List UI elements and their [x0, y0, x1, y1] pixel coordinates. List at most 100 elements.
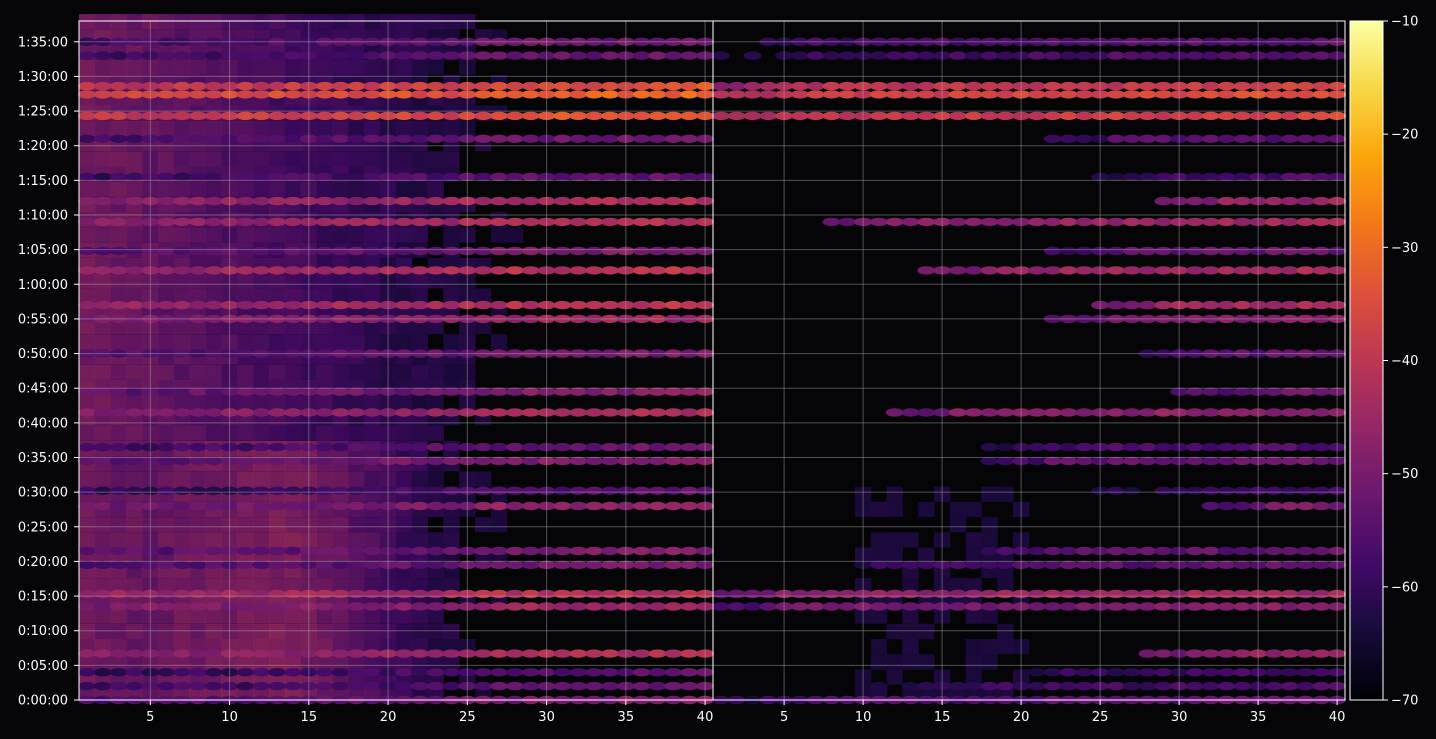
heatmap-cell [173, 471, 191, 487]
harmonic-cell [1312, 266, 1331, 275]
harmonic-cell [601, 649, 619, 658]
harmonic-cell [996, 456, 1015, 466]
harmonic-cell [347, 134, 366, 143]
harmonic-cell [1107, 81, 1125, 91]
heatmap-cell [110, 608, 127, 624]
harmonic-cell [173, 456, 191, 466]
heatmap-cell [981, 532, 998, 548]
harmonic-cell [1154, 81, 1173, 91]
heatmap-cell [78, 120, 96, 136]
heatmap-cell [94, 517, 111, 533]
harmonic-cell [980, 602, 999, 611]
harmonic-cell [680, 387, 699, 396]
heatmap-cell [411, 59, 428, 75]
harmonic-cell [901, 589, 920, 599]
harmonic-cell [949, 408, 967, 417]
harmonic-cell [553, 217, 572, 227]
harmonic-cell [569, 546, 588, 556]
harmonic-cell [204, 246, 223, 256]
y-tick-label: 0:05:00 [18, 659, 68, 674]
harmonic-cell [268, 134, 286, 143]
harmonic-cell [1122, 668, 1141, 677]
heatmap-cell [126, 425, 143, 441]
harmonic-cell [1154, 560, 1173, 570]
harmonic-cell [284, 456, 302, 466]
heatmap-cell [126, 14, 143, 30]
harmonic-cell [1217, 246, 1236, 256]
harmonic-cell [1217, 668, 1236, 677]
harmonic-cell [1233, 560, 1252, 570]
heatmap-cell [965, 532, 982, 548]
harmonic-cell [93, 196, 112, 206]
harmonic-cell [949, 589, 967, 599]
harmonic-cell [1312, 589, 1331, 599]
harmonic-cell [506, 501, 524, 511]
harmonic-cell [996, 681, 1015, 691]
harmonic-cell [315, 649, 334, 658]
harmonic-cell [157, 668, 176, 677]
heatmap-cell [158, 227, 175, 243]
heatmap-cell [918, 623, 935, 639]
harmonic-cell [410, 668, 429, 677]
harmonic-cell [284, 442, 302, 452]
harmonic-cell [664, 501, 683, 511]
harmonic-cell [1075, 81, 1094, 91]
harmonic-cell [664, 602, 683, 611]
harmonic-cell [1138, 681, 1157, 691]
harmonic-cell [252, 486, 271, 495]
harmonic-cell [1107, 217, 1125, 227]
harmonic-cell [331, 408, 350, 417]
harmonic-cell [204, 387, 223, 396]
harmonic-cell [363, 456, 382, 466]
harmonic-cell [442, 81, 461, 91]
harmonic-cell [521, 246, 540, 256]
harmonic-cell [885, 90, 904, 99]
harmonic-cell [315, 81, 334, 91]
harmonic-cell [1217, 649, 1236, 658]
harmonic-cell [506, 589, 524, 599]
harmonic-cell [1265, 51, 1283, 60]
harmonic-cell [347, 196, 366, 206]
harmonic-cell [1217, 681, 1236, 691]
harmonic-cell [93, 589, 112, 599]
heatmap-cell [411, 517, 428, 533]
harmonic-cell [1280, 456, 1299, 466]
harmonic-cell [1280, 266, 1299, 275]
harmonic-cell [1296, 602, 1315, 611]
harmonic-cell [490, 266, 508, 275]
harmonic-cell [1043, 217, 1062, 227]
harmonic-cell [1265, 602, 1283, 611]
harmonic-cell [236, 456, 255, 466]
heatmap-cell [981, 608, 998, 624]
harmonic-cell [1312, 486, 1331, 495]
harmonic-cell [727, 602, 746, 611]
harmonic-cell [1312, 172, 1331, 182]
harmonic-cell [236, 602, 255, 611]
harmonic-cell [680, 246, 699, 256]
harmonic-cell [490, 681, 508, 691]
harmonic-cell [284, 387, 302, 396]
harmonic-cell [1154, 602, 1173, 611]
harmonic-cell [78, 266, 96, 275]
harmonic-cell [284, 90, 302, 99]
harmonic-cell [78, 546, 96, 556]
harmonic-cell [1233, 602, 1252, 611]
harmonic-cell [949, 90, 967, 99]
harmonic-cell [204, 90, 223, 99]
heatmap-cell [269, 14, 286, 30]
heatmap-cell [269, 608, 286, 624]
y-tick-label: 1:30:00 [18, 70, 68, 85]
harmonic-cell [410, 560, 429, 570]
harmonic-cell [585, 51, 603, 60]
colorbar-tick-label: −60 [1391, 580, 1418, 595]
harmonic-cell [204, 196, 223, 206]
heatmap-cell [902, 654, 919, 670]
harmonic-cell [806, 81, 825, 91]
harmonic-cell [664, 408, 683, 417]
harmonic-cell [1154, 668, 1173, 677]
harmonic-cell [1154, 456, 1173, 466]
harmonic-cell [474, 111, 493, 121]
harmonic-cell [93, 217, 112, 227]
harmonic-cell [252, 172, 271, 182]
harmonic-cell [1138, 408, 1157, 417]
